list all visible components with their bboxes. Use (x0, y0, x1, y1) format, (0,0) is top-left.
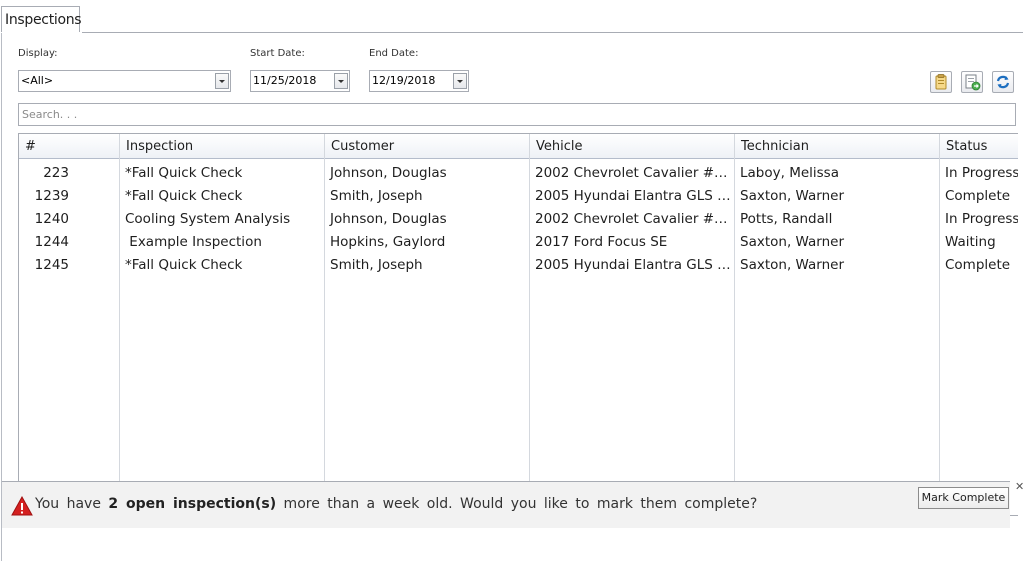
mark-complete-button[interactable]: Mark Complete (918, 487, 1009, 509)
cell-vehicle: 2002 Chevrolet Cavalier #Dar... (535, 165, 734, 181)
end-date-label: End Date: (369, 48, 419, 59)
cell-technician: Saxton, Warner (740, 257, 845, 273)
table-row[interactable]: 223 *Fall Quick Check Johnson, Douglas 2… (19, 162, 1018, 185)
cell-number: 1240 (34, 211, 69, 227)
cell-number: 1239 (34, 188, 69, 204)
cell-vehicle: 2005 Hyundai Elantra GLS #2... (535, 257, 734, 273)
cell-customer: Johnson, Douglas (330, 165, 447, 181)
cell-customer: Smith, Joseph (330, 257, 423, 273)
table-row[interactable]: 1240 Cooling System Analysis Johnson, Do… (19, 208, 1018, 231)
table-row[interactable]: 1244 Example Inspection Hopkins, Gaylord… (19, 231, 1018, 254)
start-date-value: 11/25/2018 (253, 74, 317, 87)
export-button[interactable] (961, 71, 983, 93)
cell-inspection: Cooling System Analysis (125, 211, 291, 227)
end-date-value: 12/19/2018 (372, 74, 436, 87)
cell-inspection: *Fall Quick Check (125, 188, 243, 204)
notification-prefix: You have (35, 496, 109, 512)
cell-number: 1245 (34, 257, 69, 273)
inspections-table: # Inspection Customer Vehicle Technician… (18, 133, 1018, 516)
cell-customer: Hopkins, Gaylord (330, 234, 446, 250)
warning-icon (11, 496, 33, 516)
cell-number: 223 (43, 165, 69, 181)
table-header: # Inspection Customer Vehicle Technician… (19, 134, 1018, 159)
cell-vehicle: 2002 Chevrolet Cavalier #Dar... (535, 211, 734, 227)
end-date-picker[interactable]: 12/19/2018 (369, 70, 469, 92)
tab-strip: Inspections (0, 0, 1023, 33)
refresh-icon (996, 75, 1010, 89)
column-header-status[interactable]: Status (940, 134, 1018, 158)
cell-status: Waiting (945, 234, 996, 250)
start-date-picker[interactable]: 11/25/2018 (250, 70, 350, 92)
cell-technician: Potts, Randall (740, 211, 833, 227)
column-header-technician[interactable]: Technician (735, 134, 939, 158)
cell-technician: Saxton, Warner (740, 188, 845, 204)
clipboard-icon (935, 74, 947, 90)
close-notification-icon[interactable]: ✕ (1015, 480, 1023, 493)
column-header-number[interactable]: # (19, 134, 119, 158)
chevron-down-icon[interactable] (453, 73, 467, 89)
display-label: Display: (18, 48, 58, 59)
cell-customer: Johnson, Douglas (330, 211, 447, 227)
document-export-icon (965, 74, 981, 91)
column-header-vehicle[interactable]: Vehicle (530, 134, 734, 158)
display-select[interactable]: <All> (18, 70, 231, 92)
cell-status: In Progress (945, 211, 1018, 227)
clipboard-button[interactable] (930, 71, 952, 93)
display-select-value: <All> (21, 74, 54, 87)
cell-status: Complete (945, 188, 1011, 204)
table-row[interactable]: 1245 *Fall Quick Check Smith, Joseph 200… (19, 254, 1018, 277)
notification-suffix: more than a week old. Would you like to … (276, 496, 758, 512)
cell-vehicle: 2005 Hyundai Elantra GLS #2... (535, 188, 734, 204)
cell-technician: Laboy, Melissa (740, 165, 839, 181)
tab-inspections[interactable]: Inspections (1, 6, 82, 32)
notification-count: 2 open inspection(s) (108, 496, 277, 512)
chevron-down-icon[interactable] (215, 73, 229, 89)
cell-inspection: *Fall Quick Check (125, 165, 243, 181)
table-row[interactable]: 1239 *Fall Quick Check Smith, Joseph 200… (19, 185, 1018, 208)
cell-number: 1244 (34, 234, 69, 250)
notification-bar: You have 2 open inspection(s) more than … (2, 481, 1010, 528)
cell-inspection: Example Inspection (125, 234, 262, 250)
notification-message: You have 2 open inspection(s) more than … (35, 496, 757, 512)
cell-technician: Saxton, Warner (740, 234, 845, 250)
start-date-label: Start Date: (250, 48, 305, 59)
chevron-down-icon[interactable] (334, 73, 348, 89)
cell-status: In Progress (945, 165, 1018, 181)
column-header-inspection[interactable]: Inspection (120, 134, 324, 158)
cell-status: Complete (945, 257, 1011, 273)
cell-inspection: *Fall Quick Check (125, 257, 243, 273)
search-input[interactable] (18, 103, 1016, 126)
cell-vehicle: 2017 Ford Focus SE (535, 234, 668, 250)
cell-customer: Smith, Joseph (330, 188, 423, 204)
refresh-button[interactable] (992, 71, 1014, 93)
column-header-customer[interactable]: Customer (325, 134, 529, 158)
